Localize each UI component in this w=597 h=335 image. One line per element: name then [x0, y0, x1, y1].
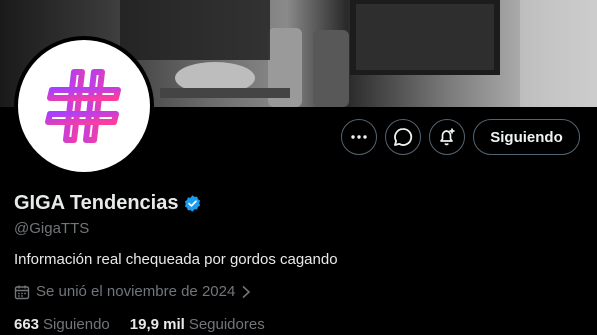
- chevron-right-icon: [242, 285, 251, 298]
- following-label: Siguiendo: [43, 316, 110, 333]
- display-name: GIGA Tendencias: [14, 192, 179, 214]
- joined-date[interactable]: Se unió el noviembre de 2024: [14, 283, 251, 300]
- notify-button[interactable]: [429, 119, 465, 155]
- more-icon: [351, 135, 367, 139]
- name-row: GIGA Tendencias: [14, 192, 202, 215]
- followers-label: Seguidores: [188, 316, 265, 333]
- profile-handle: @GigaTTS: [14, 220, 90, 237]
- calendar-icon: [14, 285, 30, 299]
- more-button[interactable]: [341, 119, 377, 155]
- joined-text: Se unió el noviembre de 2024: [36, 283, 236, 300]
- followers-stat[interactable]: 19,9 mil Seguidores: [130, 316, 265, 333]
- following-stat[interactable]: 663 Siguiendo: [14, 316, 110, 333]
- profile-avatar[interactable]: [14, 36, 154, 176]
- profile-bio: Información real chequeada por gordos ca…: [14, 251, 338, 268]
- following-button[interactable]: Siguiendo: [473, 119, 580, 155]
- follow-stats: 663 Siguiendo 19,9 mil Seguidores: [14, 316, 265, 333]
- followers-count: 19,9 mil: [129, 316, 185, 333]
- message-icon: [394, 128, 413, 146]
- following-count: 663: [14, 316, 40, 333]
- message-button[interactable]: [385, 119, 421, 155]
- bell-plus-icon: [440, 128, 455, 146]
- verified-badge-icon[interactable]: [183, 194, 202, 213]
- hashtag-logo-icon: [45, 69, 121, 143]
